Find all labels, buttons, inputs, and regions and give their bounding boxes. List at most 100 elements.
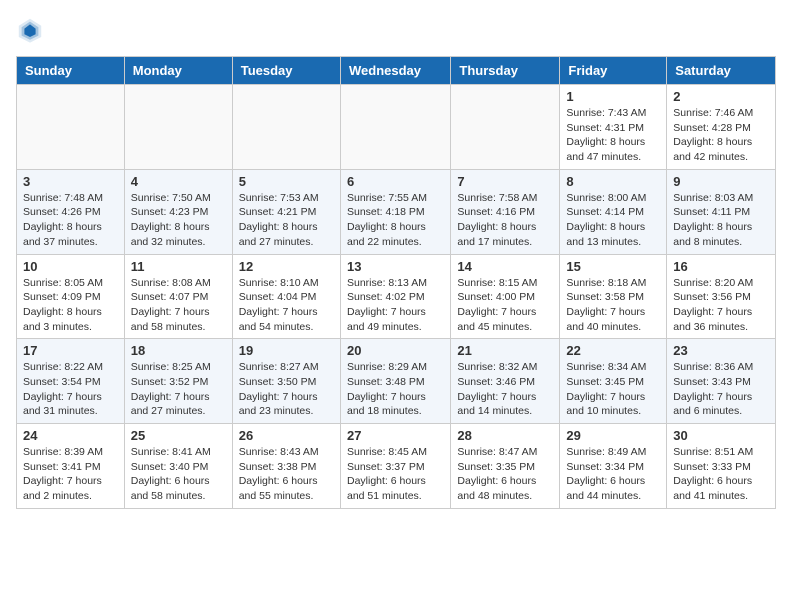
day-number: 1 [566, 89, 660, 104]
calendar-cell: 21 Sunrise: 8:32 AM Sunset: 3:46 PM Dayli… [451, 339, 560, 424]
day-number: 22 [566, 343, 660, 358]
calendar-cell: 29 Sunrise: 8:49 AM Sunset: 3:34 PM Dayli… [560, 424, 667, 509]
calendar-cell: 16 Sunrise: 8:20 AM Sunset: 3:56 PM Dayli… [667, 254, 776, 339]
calendar-cell: 26 Sunrise: 8:43 AM Sunset: 3:38 PM Dayli… [232, 424, 340, 509]
calendar-cell: 15 Sunrise: 8:18 AM Sunset: 3:58 PM Dayli… [560, 254, 667, 339]
weekday-header-row: SundayMondayTuesdayWednesdayThursdayFrid… [17, 57, 776, 85]
calendar-cell: 25Sunrise: 8:41 AM Sunset: 3:40 PM Dayli… [124, 424, 232, 509]
day-number: 15 [566, 259, 660, 274]
logo [16, 16, 48, 44]
day-info: Sunrise: 7:43 AM Sunset: 4:31 PM Dayligh… [566, 106, 660, 165]
weekday-header-thursday: Thursday [451, 57, 560, 85]
day-info: Sunrise: 8:10 AM Sunset: 4:04 PM Dayligh… [239, 276, 334, 335]
day-info: Sunrise: 8:25 AM Sunset: 3:52 PM Dayligh… [131, 360, 226, 419]
day-number: 14 [457, 259, 553, 274]
day-number: 13 [347, 259, 444, 274]
calendar: SundayMondayTuesdayWednesdayThursdayFrid… [16, 56, 776, 509]
day-number: 10 [23, 259, 118, 274]
calendar-cell: 12 Sunrise: 8:10 AM Sunset: 4:04 PM Dayli… [232, 254, 340, 339]
calendar-cell: 24 Sunrise: 8:39 AM Sunset: 3:41 PM Dayli… [17, 424, 125, 509]
day-number: 27 [347, 428, 444, 443]
day-number: 28 [457, 428, 553, 443]
day-number: 19 [239, 343, 334, 358]
day-number: 18 [131, 343, 226, 358]
day-info: Sunrise: 8:49 AM Sunset: 3:34 PM Dayligh… [566, 445, 660, 504]
weekday-header-sunday: Sunday [17, 57, 125, 85]
day-info: Sunrise: 8:18 AM Sunset: 3:58 PM Dayligh… [566, 276, 660, 335]
calendar-cell: 9 Sunrise: 8:03 AM Sunset: 4:11 PM Daylig… [667, 169, 776, 254]
day-number: 24 [23, 428, 118, 443]
day-number: 30 [673, 428, 769, 443]
day-info: Sunrise: 8:00 AM Sunset: 4:14 PM Dayligh… [566, 191, 660, 250]
calendar-cell: 4 Sunrise: 7:50 AM Sunset: 4:23 PM Daylig… [124, 169, 232, 254]
day-info: Sunrise: 8:22 AM Sunset: 3:54 PM Dayligh… [23, 360, 118, 419]
day-number: 26 [239, 428, 334, 443]
calendar-cell: 23 Sunrise: 8:36 AM Sunset: 3:43 PM Dayli… [667, 339, 776, 424]
day-info: Sunrise: 8:20 AM Sunset: 3:56 PM Dayligh… [673, 276, 769, 335]
weekday-header-monday: Monday [124, 57, 232, 85]
calendar-week-3: 10 Sunrise: 8:05 AM Sunset: 4:09 PM Dayli… [17, 254, 776, 339]
calendar-cell: 10 Sunrise: 8:05 AM Sunset: 4:09 PM Dayli… [17, 254, 125, 339]
weekday-header-saturday: Saturday [667, 57, 776, 85]
day-info: Sunrise: 8:05 AM Sunset: 4:09 PM Dayligh… [23, 276, 118, 335]
day-info: Sunrise: 8:39 AM Sunset: 3:41 PM Dayligh… [23, 445, 118, 504]
calendar-week-2: 3 Sunrise: 7:48 AM Sunset: 4:26 PM Daylig… [17, 169, 776, 254]
day-info: Sunrise: 7:46 AM Sunset: 4:28 PM Dayligh… [673, 106, 769, 165]
calendar-cell: 5 Sunrise: 7:53 AM Sunset: 4:21 PM Daylig… [232, 169, 340, 254]
day-info: Sunrise: 8:34 AM Sunset: 3:45 PM Dayligh… [566, 360, 660, 419]
day-number: 3 [23, 174, 118, 189]
calendar-cell: 3 Sunrise: 7:48 AM Sunset: 4:26 PM Daylig… [17, 169, 125, 254]
day-number: 29 [566, 428, 660, 443]
day-info: Sunrise: 8:32 AM Sunset: 3:46 PM Dayligh… [457, 360, 553, 419]
calendar-cell: 6Sunrise: 7:55 AM Sunset: 4:18 PM Daylig… [340, 169, 450, 254]
calendar-cell: 2 Sunrise: 7:46 AM Sunset: 4:28 PM Daylig… [667, 85, 776, 170]
day-number: 21 [457, 343, 553, 358]
day-number: 5 [239, 174, 334, 189]
calendar-cell: 27 Sunrise: 8:45 AM Sunset: 3:37 PM Dayli… [340, 424, 450, 509]
calendar-cell: 28 Sunrise: 8:47 AM Sunset: 3:35 PM Dayli… [451, 424, 560, 509]
day-info: Sunrise: 8:27 AM Sunset: 3:50 PM Dayligh… [239, 360, 334, 419]
day-number: 9 [673, 174, 769, 189]
day-info: Sunrise: 8:08 AM Sunset: 4:07 PM Dayligh… [131, 276, 226, 335]
calendar-week-1: 1 Sunrise: 7:43 AM Sunset: 4:31 PM Daylig… [17, 85, 776, 170]
day-info: Sunrise: 8:36 AM Sunset: 3:43 PM Dayligh… [673, 360, 769, 419]
day-info: Sunrise: 8:29 AM Sunset: 3:48 PM Dayligh… [347, 360, 444, 419]
day-number: 12 [239, 259, 334, 274]
day-number: 8 [566, 174, 660, 189]
weekday-header-wednesday: Wednesday [340, 57, 450, 85]
day-info: Sunrise: 8:43 AM Sunset: 3:38 PM Dayligh… [239, 445, 334, 504]
day-info: Sunrise: 8:47 AM Sunset: 3:35 PM Dayligh… [457, 445, 553, 504]
calendar-cell: 8 Sunrise: 8:00 AM Sunset: 4:14 PM Daylig… [560, 169, 667, 254]
calendar-cell [124, 85, 232, 170]
day-info: Sunrise: 8:03 AM Sunset: 4:11 PM Dayligh… [673, 191, 769, 250]
weekday-header-friday: Friday [560, 57, 667, 85]
calendar-cell: 19 Sunrise: 8:27 AM Sunset: 3:50 PM Dayli… [232, 339, 340, 424]
calendar-cell: 1 Sunrise: 7:43 AM Sunset: 4:31 PM Daylig… [560, 85, 667, 170]
calendar-cell: 17 Sunrise: 8:22 AM Sunset: 3:54 PM Dayli… [17, 339, 125, 424]
calendar-cell: 30 Sunrise: 8:51 AM Sunset: 3:33 PM Dayli… [667, 424, 776, 509]
day-info: Sunrise: 8:41 AM Sunset: 3:40 PM Dayligh… [131, 445, 226, 504]
logo-icon [16, 16, 44, 44]
day-number: 4 [131, 174, 226, 189]
day-number: 11 [131, 259, 226, 274]
calendar-cell: 20Sunrise: 8:29 AM Sunset: 3:48 PM Dayli… [340, 339, 450, 424]
day-info: Sunrise: 7:53 AM Sunset: 4:21 PM Dayligh… [239, 191, 334, 250]
day-number: 16 [673, 259, 769, 274]
day-info: Sunrise: 7:50 AM Sunset: 4:23 PM Dayligh… [131, 191, 226, 250]
day-number: 2 [673, 89, 769, 104]
calendar-cell: 13Sunrise: 8:13 AM Sunset: 4:02 PM Dayli… [340, 254, 450, 339]
day-info: Sunrise: 8:45 AM Sunset: 3:37 PM Dayligh… [347, 445, 444, 504]
day-number: 17 [23, 343, 118, 358]
calendar-cell: 11 Sunrise: 8:08 AM Sunset: 4:07 PM Dayli… [124, 254, 232, 339]
calendar-cell: 14Sunrise: 8:15 AM Sunset: 4:00 PM Dayli… [451, 254, 560, 339]
calendar-cell: 22 Sunrise: 8:34 AM Sunset: 3:45 PM Dayli… [560, 339, 667, 424]
header [16, 16, 776, 44]
day-info: Sunrise: 8:51 AM Sunset: 3:33 PM Dayligh… [673, 445, 769, 504]
day-number: 23 [673, 343, 769, 358]
calendar-week-5: 24 Sunrise: 8:39 AM Sunset: 3:41 PM Dayli… [17, 424, 776, 509]
calendar-cell [451, 85, 560, 170]
calendar-cell: 7Sunrise: 7:58 AM Sunset: 4:16 PM Daylig… [451, 169, 560, 254]
day-info: Sunrise: 7:48 AM Sunset: 4:26 PM Dayligh… [23, 191, 118, 250]
calendar-cell [232, 85, 340, 170]
weekday-header-tuesday: Tuesday [232, 57, 340, 85]
